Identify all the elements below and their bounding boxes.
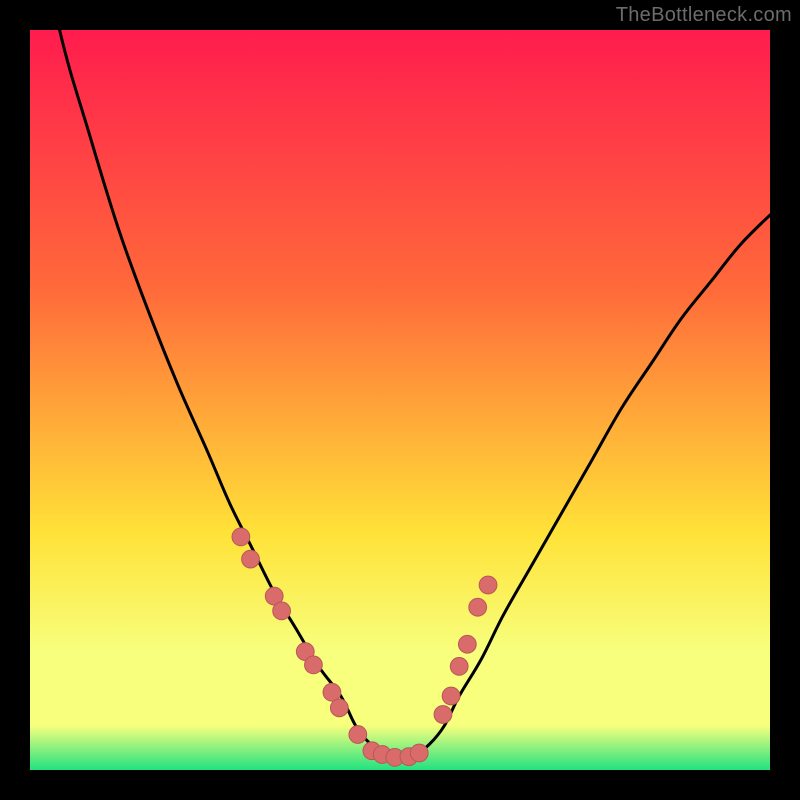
- plot-area: [30, 30, 770, 770]
- attribution-label: TheBottleneck.com: [616, 4, 792, 27]
- chart-svg: [30, 30, 770, 770]
- sample-dot: [410, 744, 428, 762]
- sample-dot: [305, 656, 323, 674]
- sample-dot: [323, 683, 341, 701]
- sample-dot: [273, 602, 291, 620]
- sample-dot: [242, 550, 260, 568]
- sample-dot: [330, 699, 348, 717]
- sample-dot: [442, 687, 460, 705]
- sample-dot: [450, 658, 468, 676]
- sample-dot: [232, 528, 250, 546]
- sample-dot: [434, 706, 452, 724]
- sample-dot: [469, 598, 487, 616]
- sample-dot: [458, 635, 476, 653]
- sample-dot: [479, 576, 497, 594]
- sample-dot: [349, 726, 367, 744]
- gradient-bg: [30, 30, 770, 770]
- chart-container: TheBottleneck.com: [0, 0, 800, 800]
